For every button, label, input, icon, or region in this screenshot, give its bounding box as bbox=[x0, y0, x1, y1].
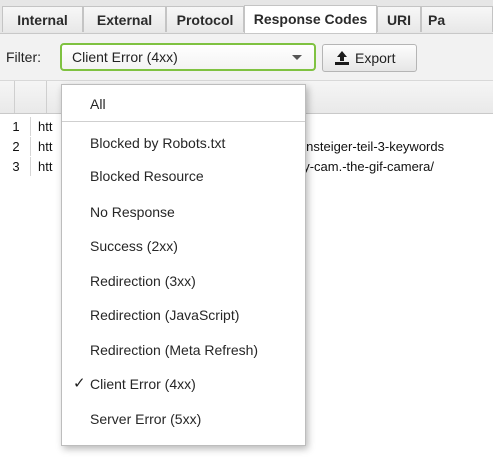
header-separator[interactable] bbox=[14, 81, 15, 113]
tab-page-titles[interactable]: Pa bbox=[421, 6, 493, 32]
tab-response-codes[interactable]: Response Codes bbox=[244, 5, 377, 33]
menu-item-label: Blocked by Robots.txt bbox=[90, 135, 226, 151]
row-number: 3 bbox=[12, 159, 20, 174]
filter-bar: Filter: Client Error (4xx) Export bbox=[0, 34, 493, 81]
menu-item-label: Redirection (JavaScript) bbox=[90, 307, 240, 323]
filter-selected-value: Client Error (4xx) bbox=[72, 49, 178, 65]
column-divider bbox=[30, 117, 31, 136]
filter-dropdown-menu: All Blocked by Robots.txt Blocked Resour… bbox=[61, 84, 306, 446]
address-cell: htt bbox=[38, 119, 53, 134]
header-separator[interactable] bbox=[46, 81, 47, 113]
menu-separator bbox=[62, 121, 305, 122]
menu-item-success-2xx[interactable]: Success (2xx) bbox=[62, 232, 305, 260]
menu-item-all[interactable]: All bbox=[62, 90, 305, 118]
menu-item-label: Client Error (4xx) bbox=[90, 376, 196, 392]
menu-item-label: All bbox=[90, 96, 106, 112]
export-upload-icon bbox=[335, 51, 349, 65]
menu-item-label: Redirection (3xx) bbox=[90, 273, 196, 289]
menu-item-redirection-meta-refresh[interactable]: Redirection (Meta Refresh) bbox=[62, 336, 305, 364]
menu-item-label: No Response bbox=[90, 204, 175, 220]
filter-select[interactable]: Client Error (4xx) bbox=[60, 43, 316, 71]
menu-item-client-error-4xx[interactable]: ✓ Client Error (4xx) bbox=[62, 370, 305, 398]
menu-item-server-error-5xx[interactable]: Server Error (5xx) bbox=[62, 405, 305, 433]
tab-bar: Internal External Protocol Response Code… bbox=[0, 0, 493, 34]
tab-protocol[interactable]: Protocol bbox=[166, 6, 244, 32]
url-cell: einsteiger-teil-3-keywords bbox=[296, 139, 445, 154]
menu-item-label: Redirection (Meta Refresh) bbox=[90, 342, 259, 358]
menu-item-label: Success (2xx) bbox=[90, 238, 178, 254]
tab-internal[interactable]: Internal bbox=[2, 6, 83, 32]
menu-item-no-response[interactable]: No Response bbox=[62, 198, 305, 226]
column-divider bbox=[30, 137, 31, 156]
tab-external[interactable]: External bbox=[83, 6, 166, 32]
menu-item-label: Server Error (5xx) bbox=[90, 411, 202, 427]
menu-item-blocked-resource[interactable]: Blocked Resource bbox=[62, 162, 305, 190]
menu-item-label: Blocked Resource bbox=[90, 168, 204, 184]
address-cell: htt bbox=[38, 139, 53, 154]
export-label: Export bbox=[355, 50, 396, 66]
menu-item-redirection-javascript[interactable]: Redirection (JavaScript) bbox=[62, 301, 305, 329]
chevron-down-icon bbox=[292, 55, 302, 60]
menu-item-redirection-3xx[interactable]: Redirection (3xx) bbox=[62, 267, 305, 295]
column-divider bbox=[30, 157, 31, 176]
menu-item-blocked-by-robots[interactable]: Blocked by Robots.txt bbox=[62, 129, 305, 157]
checkmark-icon: ✓ bbox=[73, 375, 86, 392]
address-cell: htt bbox=[38, 159, 53, 174]
url-cell: hy-cam.-the-gif-camera/ bbox=[296, 159, 434, 174]
tab-uri[interactable]: URI bbox=[377, 6, 421, 32]
row-number: 2 bbox=[12, 139, 20, 154]
row-number: 1 bbox=[12, 119, 20, 134]
export-button[interactable]: Export bbox=[322, 44, 417, 72]
filter-label: Filter: bbox=[6, 49, 41, 65]
